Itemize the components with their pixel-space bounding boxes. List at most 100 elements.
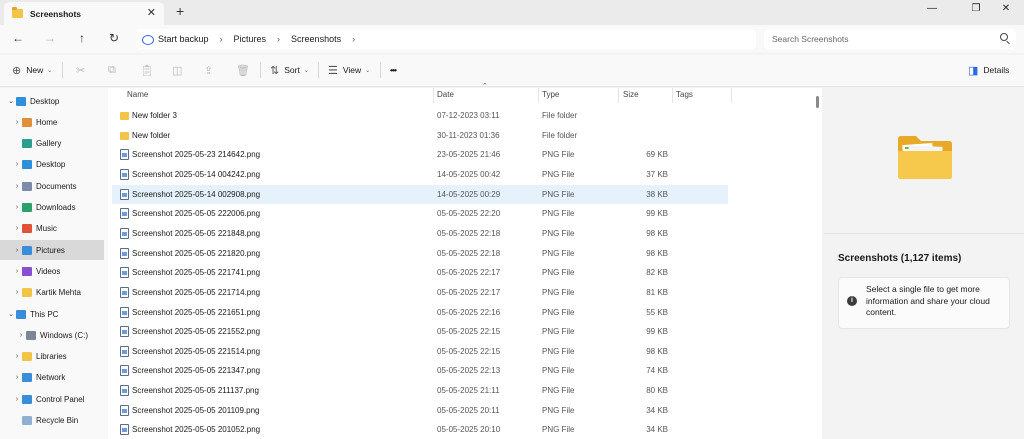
chevron-right-icon[interactable]: › [12, 353, 22, 360]
file-date: 05-05-2025 22:15 [437, 346, 501, 356]
new-tab-button[interactable]: + [176, 3, 184, 19]
chevron-right-icon[interactable]: › [12, 119, 22, 126]
sidebar-item-network[interactable]: › Network [0, 368, 104, 388]
file-date: 05-05-2025 22:18 [437, 228, 501, 238]
sidebar-item-desktop[interactable]: ⌄ Desktop [0, 91, 104, 111]
breadcrumb-screenshots[interactable]: Screenshots [291, 34, 341, 44]
close-window-button[interactable]: ✕ [996, 3, 1016, 14]
sort-button[interactable]: ⇅ Sort ⌄ [270, 62, 309, 78]
file-row[interactable]: Screenshot 2025-05-14 004242.png 14-05-20… [112, 165, 728, 184]
file-row[interactable]: Screenshot 2025-05-05 211137.png 05-05-20… [112, 381, 728, 400]
tab-screenshots[interactable]: Screenshots ✕ [4, 2, 164, 25]
file-row[interactable]: Screenshot 2025-05-05 221347.png 05-05-20… [112, 361, 728, 380]
sort-arrow-icon: ⌃ [482, 83, 488, 90]
chevron-right-icon[interactable]: › [12, 289, 22, 296]
column-header-date[interactable]: Date [437, 90, 454, 99]
sidebar-item-pictures[interactable]: › Pictures [0, 240, 104, 261]
column-divider[interactable] [731, 88, 732, 103]
new-button[interactable]: ⊕ New ⌄ [12, 62, 52, 78]
sidebar-item-gallery[interactable]: Gallery [0, 134, 104, 154]
column-divider[interactable] [618, 88, 619, 103]
chevron-right-icon[interactable]: › [12, 225, 22, 232]
file-type: PNG File [542, 346, 575, 356]
rename-button[interactable]: ◫ [172, 62, 182, 78]
breadcrumb-chevron-icon[interactable]: › [220, 34, 223, 44]
downloads-icon [22, 203, 32, 212]
chevron-right-icon[interactable]: › [12, 183, 22, 190]
breadcrumb-pictures[interactable]: Pictures [234, 34, 267, 44]
view-icon: ☰ [328, 64, 338, 77]
search-input[interactable]: Search Screenshots [764, 29, 1016, 49]
file-row[interactable]: Screenshot 2025-05-05 221820.png 05-05-20… [112, 244, 728, 263]
back-button[interactable]: ← [10, 31, 26, 45]
file-row[interactable]: Screenshot 2025-05-05 201052.png 05-05-20… [112, 420, 728, 439]
sidebar-item-videos[interactable]: › Videos [0, 261, 104, 281]
sidebar-item-control-panel[interactable]: › Control Panel [0, 389, 104, 409]
chevron-right-icon[interactable]: › [12, 204, 22, 211]
column-header-name[interactable]: Name [127, 90, 148, 99]
sidebar-item-home[interactable]: › Home [0, 112, 104, 132]
chevron-right-icon[interactable]: › [12, 374, 22, 381]
file-row[interactable]: Screenshot 2025-05-23 214642.png 23-05-20… [112, 145, 728, 164]
file-row[interactable]: New folder 30-11-2023 01:36 File folder [112, 126, 728, 145]
forward-button[interactable]: → [42, 31, 58, 45]
chevron-right-icon[interactable]: › [16, 332, 26, 339]
search-icon[interactable] [1000, 33, 1008, 41]
breadcrumb-chevron-icon[interactable]: › [277, 34, 280, 44]
sidebar-item-windows-c[interactable]: › Windows (C:) [0, 325, 104, 345]
sidebar-item-documents[interactable]: › Documents [0, 176, 104, 196]
file-row[interactable]: Screenshot 2025-05-05 222006.png 05-05-20… [112, 204, 728, 223]
toolbar-divider [318, 62, 319, 78]
file-row[interactable]: Screenshot 2025-05-05 221741.png 05-05-20… [112, 263, 728, 282]
cut-button[interactable]: ✂ [76, 62, 85, 78]
file-row[interactable]: Screenshot 2025-05-05 221514.png 05-05-20… [112, 342, 728, 361]
sidebar-item-this-pc[interactable]: ⌄ This PC [0, 304, 104, 324]
address-bar[interactable]: Start backup › Pictures › Screenshots › [136, 29, 756, 49]
file-row[interactable]: Screenshot 2025-05-05 201109.png 05-05-20… [112, 401, 728, 420]
file-row[interactable]: Screenshot 2025-05-05 221714.png 05-05-20… [112, 283, 728, 302]
column-divider[interactable] [433, 88, 434, 103]
sidebar-item-desktop[interactable]: › Desktop [0, 155, 104, 175]
copy-button[interactable]: ⧉ [108, 62, 116, 78]
chevron-down-icon[interactable]: ⌄ [6, 310, 16, 318]
chevron-right-icon[interactable]: › [12, 247, 22, 254]
view-button[interactable]: ☰ View ⌄ [328, 62, 370, 78]
restore-button[interactable]: ❐ [966, 3, 986, 14]
details-button[interactable]: ◨ Details [968, 62, 1009, 78]
file-row[interactable]: Screenshot 2025-05-14 002908.png 14-05-20… [112, 184, 728, 204]
file-row[interactable]: Screenshot 2025-05-05 221651.png 05-05-20… [112, 303, 728, 322]
pc-icon [16, 309, 26, 319]
sidebar-item-libraries[interactable]: › Libraries [0, 347, 104, 367]
column-header-tags[interactable]: Tags [676, 90, 693, 99]
chevron-right-icon[interactable]: › [12, 268, 22, 275]
file-name: New folder [132, 130, 171, 140]
column-divider[interactable] [538, 88, 539, 103]
sidebar-item-music[interactable]: › Music [0, 219, 104, 239]
minimize-button[interactable]: — [922, 3, 942, 14]
file-type: PNG File [542, 150, 575, 160]
refresh-button[interactable]: ↻ [106, 31, 122, 45]
scrollbar-thumb[interactable] [816, 96, 819, 108]
sidebar-item-kartik-mehta[interactable]: › Kartik Mehta [0, 283, 104, 303]
png-file-icon [120, 188, 129, 200]
file-row[interactable]: Screenshot 2025-05-05 221552.png 05-05-20… [112, 322, 728, 341]
file-row[interactable]: Screenshot 2025-05-05 221848.png 05-05-20… [112, 224, 728, 243]
sort-icon: ⇅ [270, 64, 280, 77]
up-button[interactable]: ↑ [74, 31, 90, 45]
delete-button[interactable]: 🗑︎ [236, 62, 250, 78]
file-row[interactable]: New folder 3 07-12-2023 03:11 File folder [112, 106, 728, 125]
tab-close-button[interactable]: ✕ [147, 6, 156, 19]
breadcrumb-chevron-icon[interactable]: › [352, 34, 355, 44]
chevron-down-icon[interactable]: ⌄ [6, 97, 16, 105]
column-header-type[interactable]: Type [542, 90, 559, 99]
chevron-right-icon[interactable]: › [12, 161, 22, 168]
sidebar-item-recycle-bin[interactable]: Recycle Bin [0, 411, 104, 431]
start-backup-button[interactable]: Start backup [158, 34, 209, 44]
more-options-button[interactable]: ••• [390, 62, 397, 78]
sidebar-item-downloads[interactable]: › Downloads [0, 198, 104, 218]
chevron-right-icon[interactable]: › [12, 396, 22, 403]
column-header-size[interactable]: Size [623, 90, 639, 99]
column-divider[interactable] [672, 88, 673, 103]
share-button[interactable]: ⇪ [204, 62, 213, 78]
paste-button[interactable]: 📋︎ [140, 62, 154, 78]
